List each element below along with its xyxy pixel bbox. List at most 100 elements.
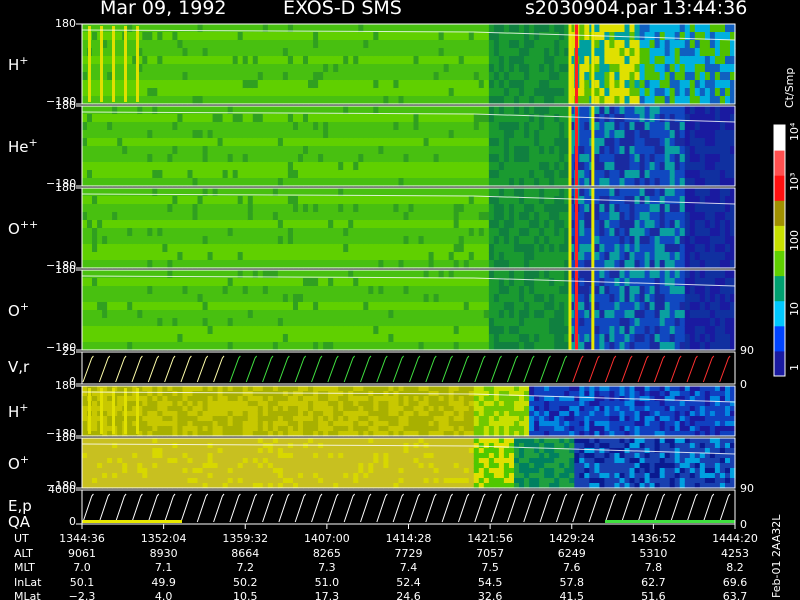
- heatmap-cell: [664, 122, 671, 131]
- heatmap-cell: [272, 114, 279, 123]
- heatmap-cell: [182, 310, 189, 319]
- heatmap-cell: [303, 48, 309, 57]
- heatmap-cell: [162, 146, 168, 155]
- heatmap-cell: [277, 178, 284, 187]
- heatmap-cell: [272, 326, 279, 335]
- heatmap-cell: [524, 286, 530, 295]
- heatmap-cell: [328, 146, 334, 155]
- heatmap-cell: [232, 170, 239, 179]
- heatmap-cell: [212, 310, 219, 319]
- heatmap-cell: [453, 252, 460, 261]
- heatmap-cell: [644, 106, 651, 115]
- heatmap-cell: [127, 64, 133, 73]
- heatmap-cell: [488, 122, 495, 131]
- heatmap-cell: [107, 24, 113, 33]
- heatmap-cell: [408, 56, 415, 65]
- heatmap-cell: [222, 24, 229, 33]
- heatmap-cell: [117, 294, 123, 303]
- heatmap-cell: [493, 48, 500, 57]
- heatmap-cell: [604, 130, 610, 139]
- heatmap-cell: [192, 188, 199, 197]
- heatmap-cell: [619, 188, 626, 197]
- heatmap-cell: [182, 138, 189, 147]
- heatmap-cell: [313, 40, 319, 49]
- heatmap-cell: [714, 138, 721, 147]
- heatmap-cell: [699, 162, 706, 171]
- heatmap-cell: [277, 342, 284, 351]
- heatmap-cell: [514, 122, 520, 131]
- heatmap-cell: [544, 32, 550, 41]
- heatmap-cell: [142, 48, 148, 57]
- heatmap-cell: [142, 162, 148, 171]
- heatmap-cell: [503, 252, 510, 261]
- heatmap-cell: [498, 244, 505, 253]
- heatmap-cell: [212, 130, 219, 139]
- heatmap-cell: [549, 196, 555, 205]
- heatmap-cell: [87, 326, 93, 335]
- heatmap-cell: [473, 212, 480, 221]
- heatmap-cell: [127, 204, 133, 213]
- heatmap-cell: [257, 146, 264, 155]
- heatmap-cell: [167, 178, 173, 187]
- heatmap-cell: [287, 196, 294, 205]
- heatmap-cell: [282, 326, 289, 335]
- heatmap-cell: [584, 260, 590, 269]
- heatmap-cell: [413, 48, 420, 57]
- heatmap-cell: [267, 96, 274, 105]
- heatmap-cell: [659, 64, 666, 73]
- heatmap-cell: [267, 40, 274, 49]
- heatmap-cell: [328, 196, 334, 205]
- heatmap-cell: [699, 236, 706, 245]
- heatmap-cell: [117, 106, 123, 115]
- heatmap-cell: [147, 294, 153, 303]
- heatmap-cell: [323, 170, 329, 179]
- heatmap-cell: [473, 244, 480, 253]
- heatmap-cell: [604, 146, 610, 155]
- heatmap-cell: [398, 334, 405, 343]
- heatmap-cell: [117, 228, 123, 237]
- heatmap-cell: [122, 220, 128, 229]
- heatmap-cell: [378, 244, 384, 253]
- heatmap-cell: [599, 48, 605, 57]
- heatmap-cell: [277, 88, 284, 97]
- heatmap-cell: [192, 244, 199, 253]
- heatmap-cell: [398, 32, 405, 41]
- heatmap-cell: [624, 130, 631, 139]
- heatmap-cell: [584, 56, 590, 65]
- heatmap-cell: [559, 318, 565, 327]
- heatmap-cell: [152, 294, 158, 303]
- heatmap-cell: [699, 138, 706, 147]
- heatmap-cell: [614, 24, 620, 33]
- heatmap-cell: [463, 40, 470, 49]
- heatmap-cell: [383, 146, 389, 155]
- heatmap-cell: [519, 40, 525, 49]
- heatmap-cell: [393, 326, 399, 335]
- heatmap-cell: [654, 146, 661, 155]
- heatmap-cell: [679, 178, 686, 187]
- heatmap-cell: [187, 154, 194, 163]
- heatmap-cell: [343, 244, 349, 253]
- heatmap-cell: [639, 212, 646, 221]
- heatmap-cell: [92, 96, 98, 105]
- heatmap-cell: [584, 278, 590, 287]
- heatmap-cell: [187, 310, 194, 319]
- heatmap-cell: [684, 170, 691, 179]
- heatmap-cell: [539, 342, 545, 351]
- heatmap-cell: [242, 252, 249, 261]
- heatmap-cell: [232, 342, 239, 351]
- heatmap-cell: [192, 302, 199, 311]
- heatmap-cell: [579, 188, 585, 197]
- heatmap-cell: [549, 260, 555, 269]
- heatmap-cell: [654, 204, 661, 213]
- heatmap-cell: [498, 154, 505, 163]
- heatmap-cell: [358, 154, 364, 163]
- heatmap-cell: [358, 286, 364, 295]
- heatmap-cell: [594, 146, 600, 155]
- heatmap-cell: [388, 342, 394, 351]
- heatmap-cell: [393, 178, 399, 187]
- heatmap-cell: [594, 270, 600, 279]
- heatmap-cell: [127, 72, 133, 81]
- heatmap-cell: [488, 302, 495, 311]
- heatmap-cell: [82, 80, 88, 89]
- heatmap-cell: [559, 302, 565, 311]
